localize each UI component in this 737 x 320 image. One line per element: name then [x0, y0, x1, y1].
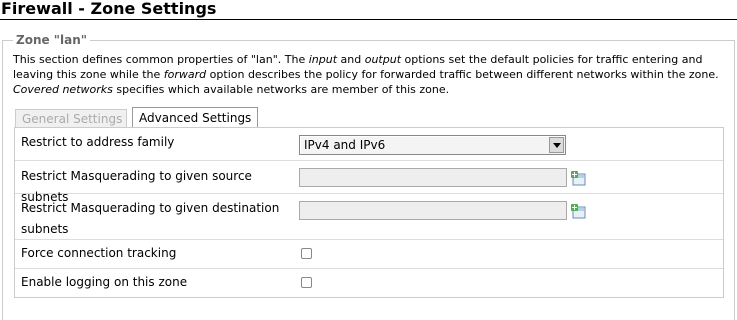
desc-forward-term: forward: [163, 68, 207, 81]
conntrack-checkbox[interactable]: [301, 248, 312, 259]
desc-text: specifies which available networks are m…: [112, 83, 450, 96]
tab-general-settings[interactable]: General Settings: [15, 109, 127, 128]
logging-row: Enable logging on this zone: [15, 269, 723, 297]
tab-advanced-settings[interactable]: Advanced Settings: [132, 107, 258, 129]
zone-legend: Zone "lan": [13, 33, 91, 47]
add-subnet-icon[interactable]: [571, 171, 586, 186]
advanced-settings-panel: Restrict to address family IPv4 and IPv6…: [14, 127, 724, 298]
desc-text: and: [337, 53, 365, 66]
chevron-down-icon[interactable]: [549, 137, 564, 153]
desc-covered-term: Covered networks: [13, 83, 113, 96]
desc-output-term: output: [364, 53, 402, 66]
masq-dest-row: Restrict Masquerading to given destinati…: [15, 194, 723, 240]
address-family-value: IPv4 and IPv6: [304, 138, 386, 152]
masq-src-row: Restrict Masquerading to given source su…: [15, 161, 723, 204]
desc-text: option describes the policy for forwarde…: [206, 68, 719, 81]
conntrack-row: Force connection tracking: [15, 240, 723, 269]
address-family-select[interactable]: IPv4 and IPv6: [299, 135, 566, 155]
page-title: Firewall - Zone Settings: [0, 0, 737, 20]
desc-input-term: input: [308, 53, 338, 66]
logging-label: Enable logging on this zone: [21, 275, 188, 289]
zone-description: This section defines common properties o…: [13, 52, 725, 97]
family-label: Restrict to address family: [21, 135, 175, 149]
masq-dest-label: Restrict Masquerading to given destinati…: [21, 201, 280, 236]
masq-src-input[interactable]: [299, 168, 567, 187]
conntrack-label: Force connection tracking: [21, 246, 177, 260]
masq-dest-input[interactable]: [299, 201, 567, 220]
family-row: Restrict to address family IPv4 and IPv6: [15, 128, 723, 161]
add-subnet-icon[interactable]: [571, 204, 586, 219]
logging-checkbox[interactable]: [301, 277, 312, 288]
desc-text: This section defines common properties o…: [13, 53, 309, 66]
